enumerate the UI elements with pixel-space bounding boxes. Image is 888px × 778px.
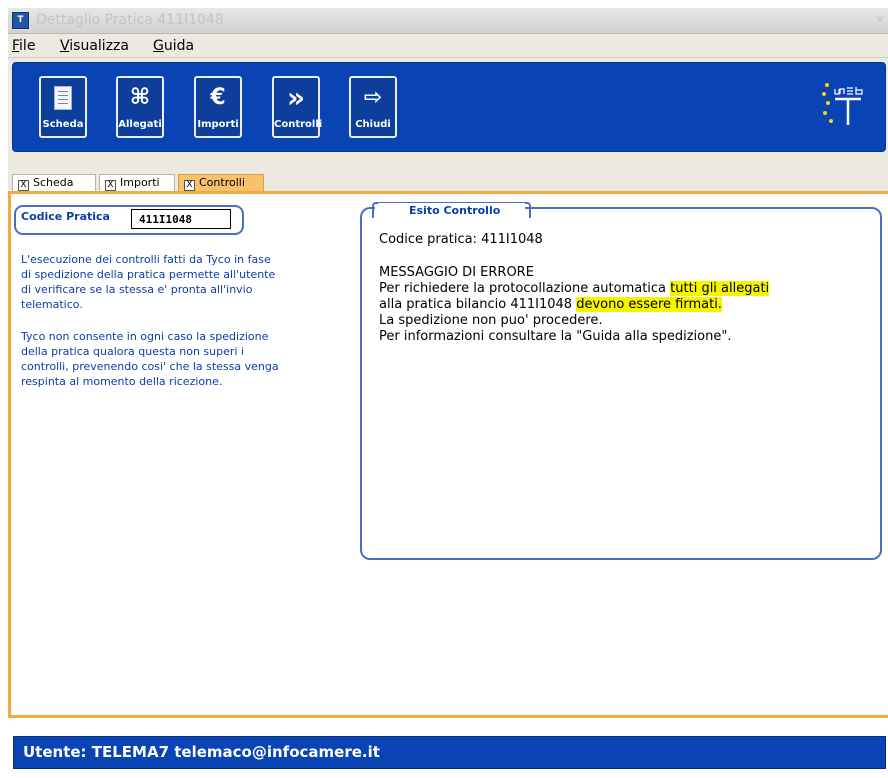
importi-button[interactable]: € Importi <box>194 76 242 138</box>
document-icon <box>54 86 72 110</box>
checkbox-icon: X <box>105 180 116 191</box>
title-bar: T Dettaglio Pratica 411I1048 ✕ <box>8 8 888 34</box>
menu-guida[interactable]: Guida <box>153 38 194 54</box>
esito-line-1-prefix: Per richiedere la protocollazione automa… <box>379 281 671 296</box>
info-line: L'esecuzione dei controlli fatti da Tyco… <box>21 253 271 266</box>
tab-controlli[interactable]: X Controlli <box>178 174 264 192</box>
info-line: di verificare se la stessa e' pronta all… <box>21 283 253 296</box>
tab-row: X Scheda X Importi X Controlli <box>8 156 888 192</box>
tab-scheda-label: Scheda <box>33 176 74 189</box>
menu-file[interactable]: File <box>12 38 35 54</box>
info-line: controlli, prevenendo cosi' che la stess… <box>21 360 279 373</box>
window-title: Dettaglio Pratica 411I1048 <box>36 12 224 28</box>
status-user-text: Utente: TELEMA7 telemaco@infocamere.it <box>23 743 380 761</box>
checkbox-icon: X <box>18 180 29 191</box>
toolbar-frame: Scheda ⌘ Allegati € Importi » Controlli … <box>8 58 888 156</box>
attachments-icon: ⌘ <box>129 85 151 110</box>
esito-tab-left <box>372 202 378 218</box>
tab-scheda[interactable]: X Scheda <box>12 174 96 192</box>
esito-line-2: alla pratica bilancio 411I1048 devono es… <box>379 297 722 313</box>
controlli-button[interactable]: » Controlli <box>272 76 323 138</box>
menu-visualizza[interactable]: Visualizza <box>60 38 129 54</box>
scheda-button-label: Scheda <box>42 119 84 130</box>
tab-importi-label: Importi <box>120 176 160 189</box>
fast-forward-icon: » <box>286 81 306 114</box>
checkbox-icon: X <box>184 180 195 191</box>
esito-line-1-highlight: tutti gli allegati <box>670 281 770 296</box>
esito-codice-line: Codice pratica: 411I1048 <box>379 232 543 247</box>
esito-tab-right <box>525 202 531 218</box>
esito-line-2-prefix: alla pratica bilancio 411I1048 <box>379 297 577 312</box>
app-icon: T <box>12 12 29 29</box>
esito-line-1: Per richiedere la protocollazione automa… <box>379 281 770 297</box>
esito-line-3: La spedizione non puo' procedere. <box>379 313 603 328</box>
esito-controllo-title: Esito Controllo <box>409 204 501 217</box>
controlli-button-label: Controlli <box>274 119 323 130</box>
info-line: della pratica qualora questa non superi … <box>21 345 244 358</box>
esito-line-2-highlight: devono essere firmati. <box>576 297 722 312</box>
importi-button-label: Importi <box>197 119 239 130</box>
menu-bar: File Visualizza Guida <box>8 34 888 58</box>
allegati-button[interactable]: ⌘ Allegati <box>116 76 164 138</box>
codice-pratica-field[interactable]: 411I1048 <box>131 209 231 229</box>
scheda-button[interactable]: Scheda <box>39 76 87 138</box>
tab-controlli-label: Controlli <box>199 176 245 189</box>
chiudi-button[interactable]: ⇨ Chiudi <box>349 76 397 138</box>
exit-icon: ⇨ <box>363 85 383 110</box>
chiudi-button-label: Chiudi <box>355 119 391 130</box>
info-line: di spedizione della pratica permette all… <box>21 268 276 281</box>
info-line: telematico. <box>21 298 83 311</box>
webt-logo <box>822 83 863 125</box>
info-line: Tyco non consente in ogni caso la spediz… <box>21 330 269 343</box>
tab-importi[interactable]: X Importi <box>99 174 175 192</box>
euro-icon: € <box>210 85 226 110</box>
codice-pratica-label: Codice Pratica <box>21 210 110 223</box>
toolbar: Scheda ⌘ Allegati € Importi » Controlli … <box>12 62 886 152</box>
esito-line-4: Per informazioni consultare la "Guida al… <box>379 329 732 344</box>
esito-error-heading: MESSAGGIO DI ERRORE <box>379 265 534 280</box>
close-icon[interactable]: ✕ <box>874 14 886 26</box>
allegati-button-label: Allegati <box>118 119 162 130</box>
esito-controllo-box <box>360 207 882 560</box>
info-line: respinta al momento della ricezione. <box>21 375 223 388</box>
